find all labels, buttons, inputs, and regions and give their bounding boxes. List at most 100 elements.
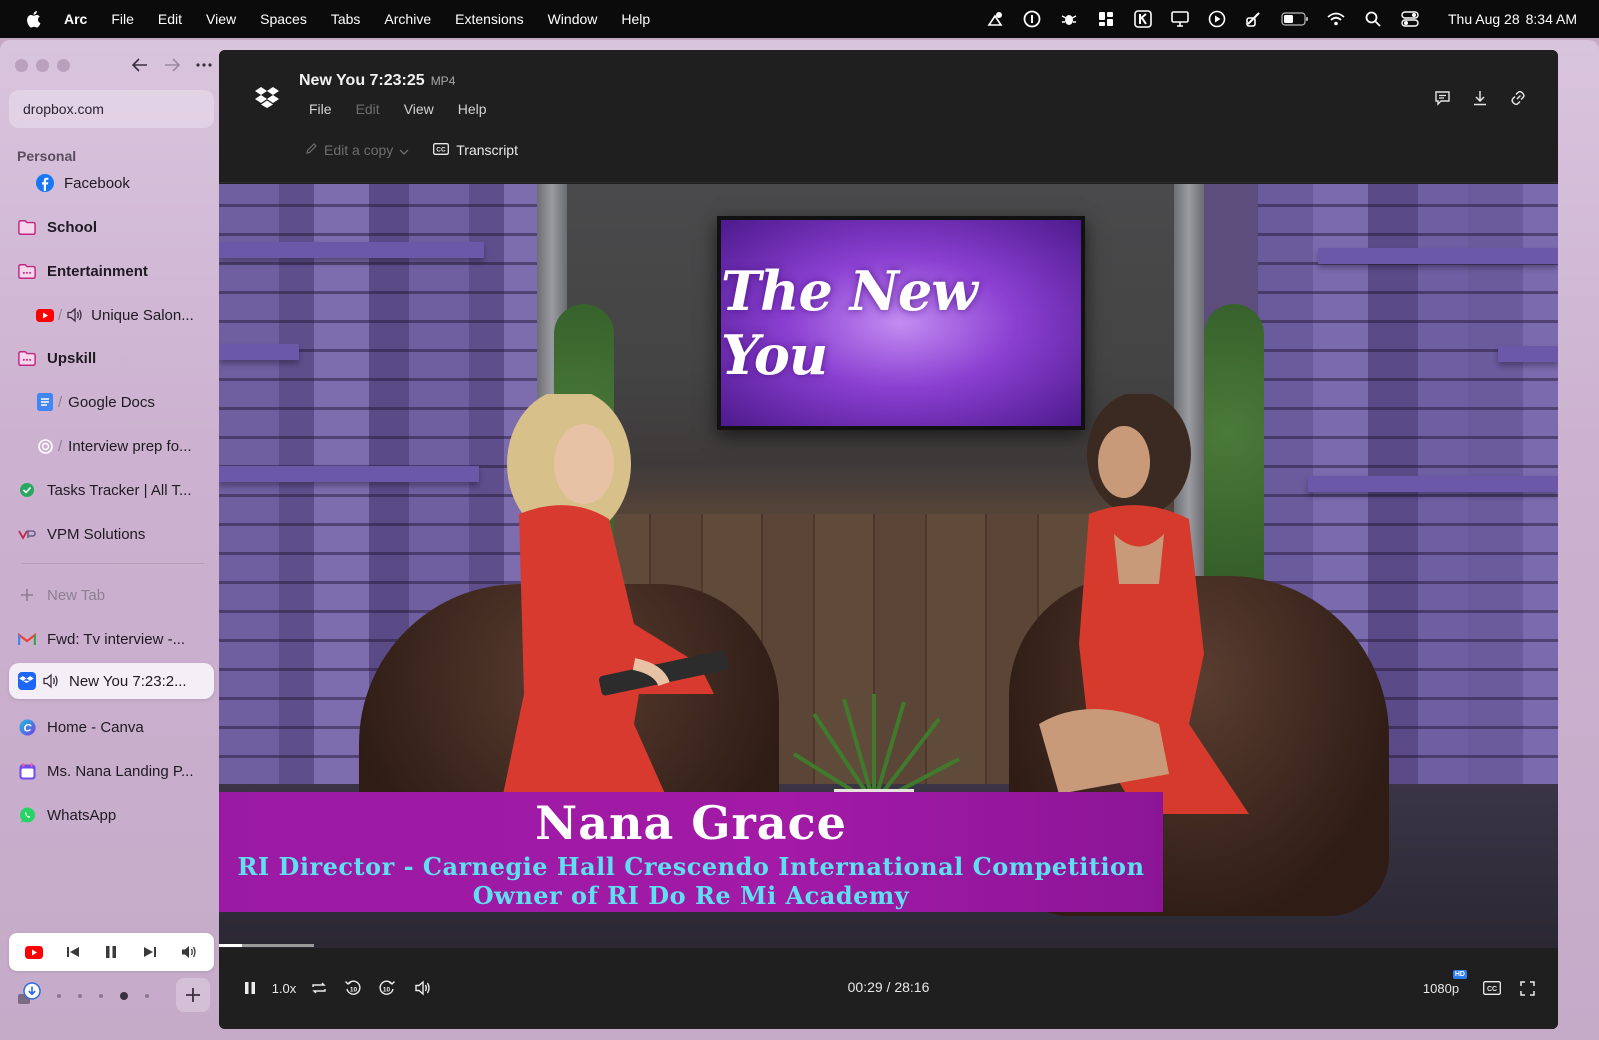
space-switcher[interactable] xyxy=(57,992,149,1000)
next-track-icon[interactable] xyxy=(139,941,161,963)
download-icon[interactable] xyxy=(1470,88,1490,108)
speaker-icon[interactable] xyxy=(42,672,60,690)
battery-icon[interactable] xyxy=(1281,9,1309,29)
guest-role: RI Director - Carnegie Hall Crescendo In… xyxy=(237,852,1145,881)
url-bar[interactable]: dropbox.com xyxy=(9,90,214,128)
check-circle-icon xyxy=(18,481,36,499)
zoom-window-button[interactable] xyxy=(57,59,70,72)
menubar-clock[interactable]: Thu Aug 28 8:34 AM xyxy=(1442,11,1577,27)
new-space-button[interactable] xyxy=(176,978,210,1012)
sidebar-item-label: Upskill xyxy=(47,349,97,367)
search-icon[interactable] xyxy=(1363,9,1383,29)
viewer-menu-view[interactable]: View xyxy=(404,101,434,117)
close-window-button[interactable] xyxy=(15,59,28,72)
space-dot[interactable] xyxy=(78,994,82,998)
display-icon[interactable] xyxy=(1170,9,1190,29)
play-circle-icon[interactable] xyxy=(1207,9,1227,29)
sidebar-item-canva[interactable]: C Home - Canva xyxy=(9,709,214,745)
menu-extensions[interactable]: Extensions xyxy=(455,11,523,27)
sidebar-item-google-docs[interactable]: / Google Docs xyxy=(9,384,214,420)
tools-badge-icon[interactable] xyxy=(985,9,1005,29)
menu-edit[interactable]: Edit xyxy=(158,11,182,27)
canva-icon: C xyxy=(18,718,36,736)
sidebar-item-unique-salon[interactable]: / Unique Salon... xyxy=(9,297,214,333)
sidebar-item-tasks-tracker[interactable]: Tasks Tracker | All T... xyxy=(9,472,214,508)
menu-file[interactable]: File xyxy=(111,11,134,27)
link-icon[interactable] xyxy=(1508,88,1528,108)
captions-icon[interactable]: CC xyxy=(1481,977,1503,999)
menu-app-name[interactable]: Arc xyxy=(64,11,87,27)
menu-archive[interactable]: Archive xyxy=(384,11,431,27)
speaker-icon[interactable] xyxy=(66,306,84,324)
viewer-toolbar: Edit a copy CC Transcript xyxy=(305,142,518,158)
calendar-icon xyxy=(18,762,36,780)
sidebar-item-label: New You 7:23:2... xyxy=(69,672,187,690)
viewer-menu-edit[interactable]: Edit xyxy=(356,101,380,117)
plus-icon xyxy=(18,586,36,604)
sidebar-item-label: Google Docs xyxy=(68,393,155,411)
buffer-bar[interactable] xyxy=(219,944,314,947)
transcript-button[interactable]: CC Transcript xyxy=(433,142,518,158)
dropbox-icon xyxy=(18,672,36,690)
previous-track-icon[interactable] xyxy=(62,941,84,963)
sidebar-item-facebook[interactable]: Facebook xyxy=(9,165,214,201)
shelf xyxy=(1308,476,1558,492)
one-password-icon[interactable] xyxy=(1022,9,1042,29)
volume-icon[interactable] xyxy=(178,941,200,963)
back-arrow-icon[interactable] xyxy=(130,54,150,76)
apple-icon[interactable] xyxy=(22,8,44,30)
chevron-down-icon xyxy=(399,142,409,158)
browser-window: dropbox.com Personal Facebook School Ent… xyxy=(0,40,1599,1040)
wifi-icon[interactable] xyxy=(1326,9,1346,29)
menu-help[interactable]: Help xyxy=(621,11,650,27)
dropbox-logo-icon[interactable] xyxy=(255,86,279,108)
menu-tabs[interactable]: Tabs xyxy=(331,11,361,27)
sidebar-folder-upskill[interactable]: Upskill xyxy=(9,340,214,376)
sidebar-item-landing-page[interactable]: Ms. Nana Landing P... xyxy=(9,753,214,789)
sidebar-item-label: New Tab xyxy=(47,586,106,604)
separator: / xyxy=(58,306,63,324)
viewer-menu-file[interactable]: File xyxy=(309,101,332,117)
youtube-icon[interactable] xyxy=(23,941,45,963)
folder-icon xyxy=(18,349,36,367)
separator: / xyxy=(58,437,63,455)
whatsapp-icon xyxy=(18,806,36,824)
video-player[interactable]: The New You Nana Grace RI Director - Car… xyxy=(219,184,1558,948)
sidebar-item-dropbox-active[interactable]: New You 7:23:2... xyxy=(9,663,214,699)
sidebar-item-label: Entertainment xyxy=(47,262,148,280)
menu-view[interactable]: View xyxy=(206,11,236,27)
viewer-menu-help[interactable]: Help xyxy=(458,101,487,117)
minimize-window-button[interactable] xyxy=(36,59,49,72)
pause-icon[interactable] xyxy=(100,941,122,963)
sidebar-folder-school[interactable]: School xyxy=(9,209,214,245)
edit-copy-button[interactable]: Edit a copy xyxy=(305,142,409,158)
space-dot[interactable] xyxy=(57,994,61,998)
shortcut-icon[interactable] xyxy=(1244,9,1264,29)
viewer-actions xyxy=(1432,88,1528,108)
fullscreen-icon[interactable] xyxy=(1517,977,1537,999)
sidebar-item-gmail[interactable]: Fwd: Tv interview -... xyxy=(9,621,214,657)
downloads-icon[interactable] xyxy=(15,982,41,1008)
new-tab-button[interactable]: New Tab xyxy=(9,577,214,613)
quality-button[interactable]: 1080p HD xyxy=(1421,970,1467,999)
comment-icon[interactable] xyxy=(1432,88,1452,108)
space-dot[interactable] xyxy=(145,994,149,998)
space-dot-active[interactable] xyxy=(120,992,128,1000)
grid-layout-icon[interactable] xyxy=(1096,9,1116,29)
sidebar-divider xyxy=(22,563,204,564)
control-center-icon[interactable] xyxy=(1400,9,1420,29)
hd-badge: HD xyxy=(1452,970,1467,979)
forward-arrow-icon[interactable] xyxy=(162,54,182,76)
sidebar-item-whatsapp[interactable]: WhatsApp xyxy=(9,797,214,833)
menu-spaces[interactable]: Spaces xyxy=(260,11,307,27)
sidebar-folder-entertainment[interactable]: Entertainment xyxy=(9,253,214,289)
closed-caption-icon: CC xyxy=(433,142,450,158)
bug-icon[interactable] xyxy=(1059,9,1079,29)
sidebar-item-vpm-solutions[interactable]: VPM Solutions xyxy=(9,516,214,552)
more-options-icon[interactable] xyxy=(194,54,214,76)
k-app-icon[interactable] xyxy=(1133,9,1153,29)
space-dot[interactable] xyxy=(99,994,103,998)
folder-icon xyxy=(18,262,36,280)
menu-window[interactable]: Window xyxy=(548,11,598,27)
sidebar-item-interview-prep[interactable]: / Interview prep fo... xyxy=(9,428,214,464)
